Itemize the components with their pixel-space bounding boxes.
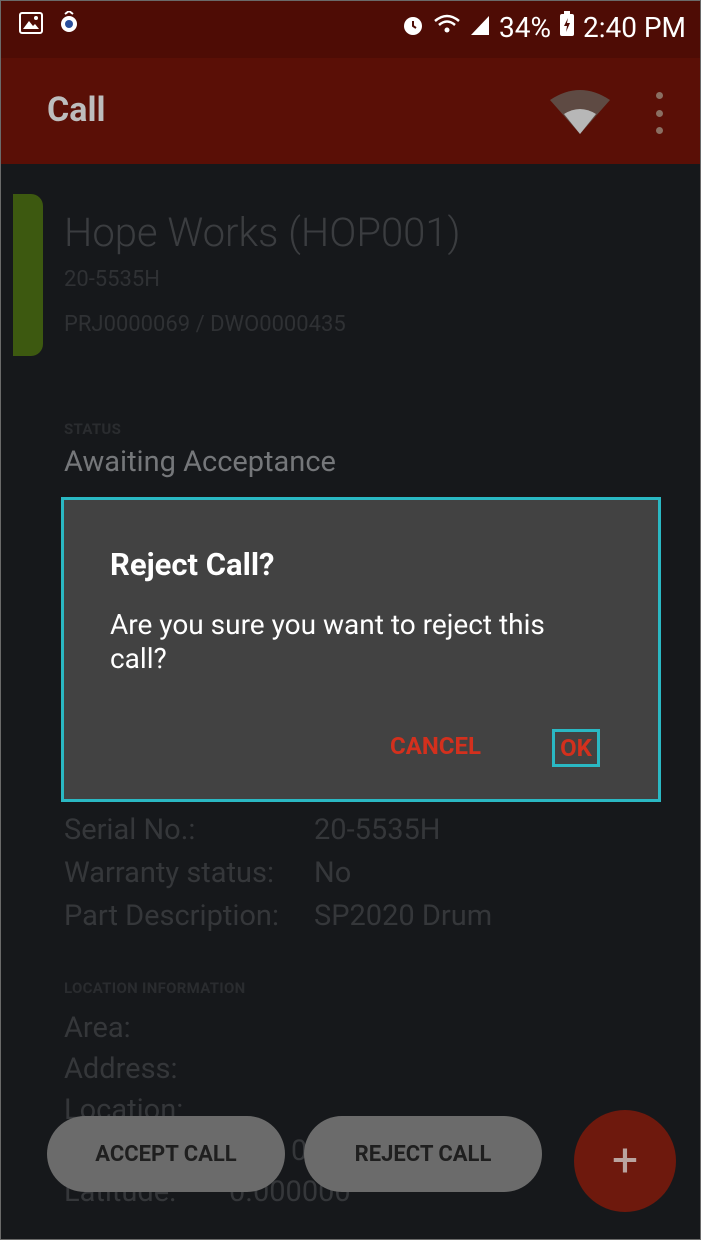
- dialog-title: Reject Call?: [110, 546, 275, 583]
- status-heading: STATUS: [64, 420, 122, 438]
- signal-icon: [469, 12, 491, 44]
- overflow-menu-icon[interactable]: [653, 92, 665, 134]
- reject-call-dialog: Reject Call? Are you sure you want to re…: [61, 497, 661, 802]
- detail-label: Part Description:: [64, 899, 279, 933]
- wifi-status-icon: [433, 12, 461, 44]
- detail-row-part: Part Description: SP2020 Drum: [64, 899, 492, 933]
- dialog-message: Are you sure you want to reject this cal…: [110, 608, 545, 675]
- status-color-bar: [13, 194, 43, 356]
- detail-value: 20-5535H: [314, 813, 441, 847]
- reject-call-button[interactable]: REJECT CALL: [304, 1116, 542, 1192]
- connection-status-icon[interactable]: [550, 88, 610, 138]
- battery-icon: [559, 11, 575, 44]
- detail-row-serial: Serial No.: 20-5535H: [64, 813, 441, 847]
- app-screen: 34% 2:40 PM Call Hope Works (HOP001) 20-: [0, 0, 701, 1240]
- detail-value: SP2020 Drum: [314, 899, 493, 933]
- ok-button[interactable]: OK: [552, 729, 600, 767]
- accept-call-button[interactable]: ACCEPT CALL: [47, 1116, 285, 1192]
- battery-percent: 34%: [498, 10, 551, 44]
- cancel-button[interactable]: CANCEL: [390, 732, 481, 760]
- area-label: Area:: [64, 1011, 131, 1045]
- detail-value: No: [314, 856, 352, 890]
- app-notification-icon: [59, 9, 79, 39]
- job-references: PRJ0000069 / DWO0000435: [64, 312, 346, 337]
- status-bar: 34% 2:40 PM: [1, 1, 700, 58]
- customer-name: Hope Works (HOP001): [64, 209, 461, 256]
- page-title: Call: [47, 90, 106, 130]
- gallery-notification-icon: [19, 12, 43, 38]
- job-serial: 20-5535H: [64, 267, 160, 292]
- detail-label: Serial No.:: [64, 813, 196, 847]
- clock: 2:40 PM: [582, 10, 686, 44]
- app-toolbar: Call: [1, 58, 700, 164]
- status-value: Awaiting Acceptance: [64, 445, 336, 479]
- detail-row-warranty: Warranty status: No: [64, 856, 351, 890]
- address-label: Address:: [64, 1052, 178, 1086]
- location-heading: LOCATION INFORMATION: [64, 979, 246, 997]
- alarm-icon: [401, 12, 425, 44]
- detail-label: Warranty status:: [64, 856, 275, 890]
- add-button[interactable]: +: [574, 1110, 676, 1212]
